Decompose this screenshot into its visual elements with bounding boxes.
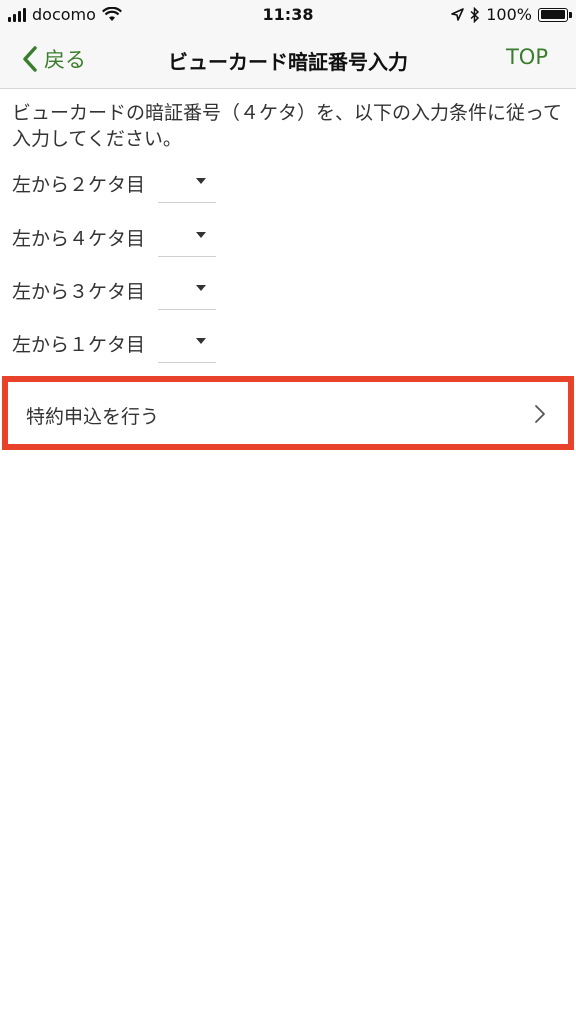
caret-down-icon xyxy=(196,285,206,291)
caret-down-icon xyxy=(196,338,206,344)
instruction-text: ビューカードの暗証番号（４ケタ）を、以下の入力条件に従って入力してください。 xyxy=(12,102,563,150)
digit-label: 左から１ケタ目 xyxy=(12,334,146,356)
digit-label: 左から２ケタ目 xyxy=(12,174,146,196)
status-right: 100% xyxy=(451,5,572,24)
digit-select-2[interactable] xyxy=(158,216,216,257)
digit-label: 左から３ケタ目 xyxy=(12,281,146,303)
top-button[interactable]: TOP xyxy=(506,45,548,69)
special-contract-button[interactable]: 特約申込を行う xyxy=(2,376,574,450)
digit-row-1: 左から２ケタ目 xyxy=(12,162,232,203)
battery-percent: 100% xyxy=(486,5,532,24)
digit-row-2: 左から４ケタ目 xyxy=(12,216,232,257)
digit-select-4[interactable] xyxy=(158,322,216,363)
navigation-bar: 戻る ビューカード暗証番号入力 TOP xyxy=(0,30,576,89)
page-title: ビューカード暗証番号入力 xyxy=(168,50,408,74)
digit-row-3: 左から３ケタ目 xyxy=(12,269,232,310)
bluetooth-icon xyxy=(470,6,480,23)
special-contract-label: 特約申込を行う xyxy=(26,406,160,428)
status-bar: docomo 11:38 100% xyxy=(0,0,576,30)
digit-select-1[interactable] xyxy=(158,162,216,203)
battery-fill xyxy=(540,10,565,19)
caret-down-icon xyxy=(196,232,206,238)
digit-label: 左から４ケタ目 xyxy=(12,228,146,250)
chevron-right-icon xyxy=(535,405,545,423)
digit-row-4: 左から１ケタ目 xyxy=(12,322,232,363)
location-arrow-icon xyxy=(451,8,465,21)
digit-select-3[interactable] xyxy=(158,269,216,310)
battery-icon xyxy=(538,7,572,22)
caret-down-icon xyxy=(196,178,206,184)
